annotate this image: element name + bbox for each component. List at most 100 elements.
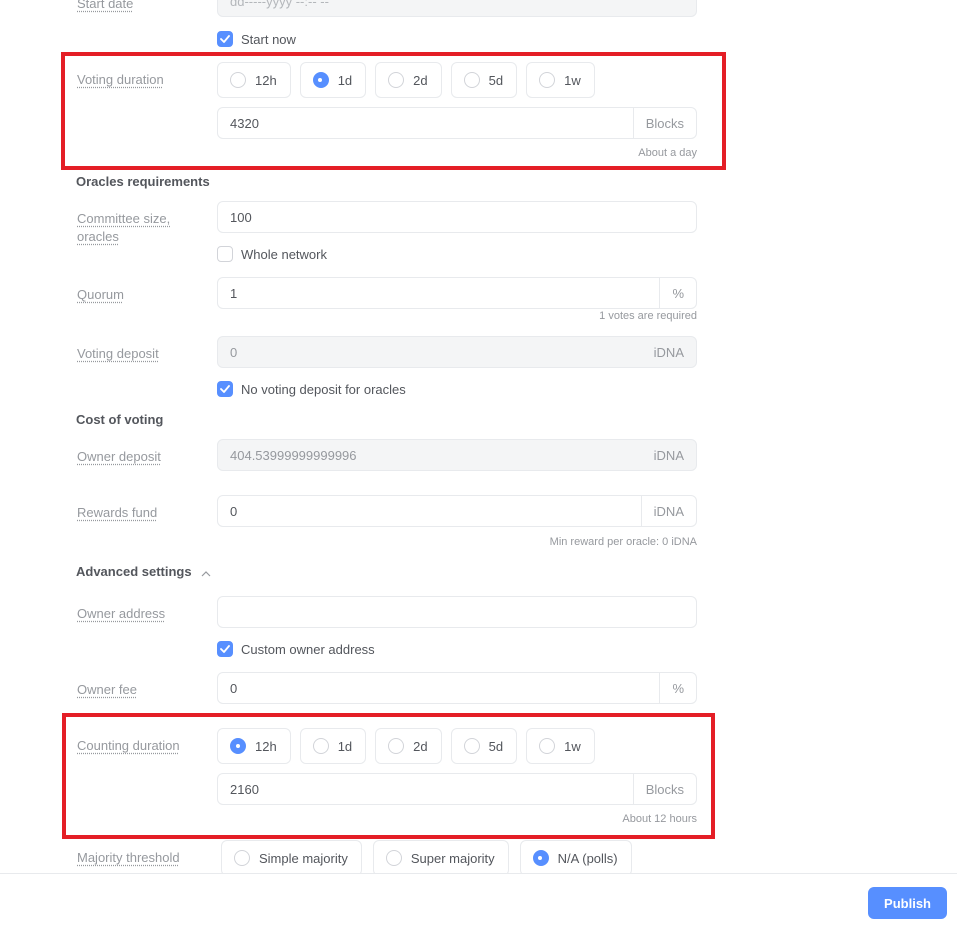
voting-duration-option-1w[interactable]: 1w <box>526 62 595 98</box>
radio-icon <box>463 72 480 88</box>
counting-duration-options: 12h 1d 2d 5d 1w <box>217 728 595 764</box>
owner-address-input[interactable] <box>217 596 697 628</box>
rewards-fund-label: Rewards fund <box>77 505 158 520</box>
start-now-checkbox[interactable]: Start now <box>217 31 296 47</box>
majority-threshold-label: Majority threshold <box>77 850 180 865</box>
owner-deposit-input[interactable]: 404.53999999999996 iDNA <box>217 439 697 471</box>
radio-icon <box>388 72 405 88</box>
radio-checked-icon <box>230 738 246 754</box>
checkbox-checked-icon <box>217 31 233 47</box>
quorum-label: Quorum <box>77 287 124 302</box>
input-value: 2160 <box>230 781 259 797</box>
voting-deposit-input[interactable]: 0 iDNA <box>217 336 697 368</box>
radio-icon <box>463 738 480 754</box>
counting-duration-hint: About 12 hours <box>622 813 697 825</box>
input-value: 0 <box>230 680 238 696</box>
idna-unit-addon: iDNA <box>640 496 696 526</box>
voting-duration-label: Voting duration <box>77 72 164 87</box>
committee-size-label: Committee size, oracles <box>77 211 171 244</box>
advanced-settings-title: Advanced settings <box>76 564 192 579</box>
custom-owner-address-checkbox[interactable]: Custom owner address <box>217 641 375 657</box>
start-date-label: Start date <box>77 0 134 11</box>
voting-deposit-label: Voting deposit <box>77 346 159 361</box>
percent-unit-addon: % <box>659 278 696 308</box>
majority-option-na-polls[interactable]: N/A (polls) <box>519 840 632 876</box>
option-label: Super majority <box>410 850 495 866</box>
input-value: 100 <box>230 209 252 225</box>
cost-of-voting-title: Cost of voting <box>76 412 164 427</box>
voting-duration-options: 12h 1d 2d 5d 1w <box>217 62 595 98</box>
advanced-settings-toggle[interactable]: Advanced settings <box>76 564 211 580</box>
start-date-placeholder: dd-----yyyy --:-- -- <box>230 0 329 9</box>
option-label: 1d <box>337 72 353 88</box>
blocks-unit-addon: Blocks <box>632 774 696 804</box>
rewards-fund-input[interactable]: 0 iDNA <box>217 495 697 527</box>
input-value: 404.53999999999996 <box>230 447 357 463</box>
whole-network-checkbox[interactable]: Whole network <box>217 246 327 262</box>
radio-icon <box>385 850 402 866</box>
voting-duration-hint: About a day <box>638 147 697 159</box>
counting-duration-blocks-input[interactable]: 2160 Blocks <box>217 773 697 805</box>
option-label: 1w <box>564 72 581 88</box>
counting-duration-option-2d[interactable]: 2d <box>375 728 442 764</box>
oracles-requirements-title: Oracles requirements <box>76 174 210 189</box>
radio-checked-icon <box>532 850 549 866</box>
blocks-unit-addon: Blocks <box>632 108 696 138</box>
start-date-input[interactable]: dd-----yyyy --:-- -- <box>217 0 697 17</box>
input-value: 0 <box>230 503 238 519</box>
quorum-hint: 1 votes are required <box>599 310 697 322</box>
option-label: 5d <box>488 72 504 88</box>
publish-button[interactable]: Publish <box>868 887 947 919</box>
option-label: 1w <box>564 738 581 754</box>
option-label: 2d <box>413 738 428 754</box>
option-label: 12h <box>255 72 277 88</box>
counting-duration-label: Counting duration <box>77 738 180 753</box>
voting-duration-option-2d[interactable]: 2d <box>375 62 442 98</box>
counting-duration-option-12h[interactable]: 12h <box>217 728 291 764</box>
input-value: 4320 <box>230 115 259 131</box>
no-voting-deposit-label: No voting deposit for oracles <box>241 381 406 397</box>
committee-size-input[interactable]: 100 <box>217 201 697 233</box>
no-voting-deposit-checkbox[interactable]: No voting deposit for oracles <box>217 381 406 397</box>
option-label: 1d <box>337 738 353 754</box>
quorum-input[interactable]: 1 % <box>217 277 697 309</box>
input-value: 0 <box>230 344 238 360</box>
checkbox-icon <box>217 246 233 262</box>
radio-icon <box>388 738 405 754</box>
idna-unit-addon: iDNA <box>653 447 684 463</box>
option-label: Simple majority <box>259 850 348 866</box>
radio-icon <box>234 850 250 866</box>
voting-duration-option-12h[interactable]: 12h <box>217 62 291 98</box>
rewards-fund-hint: Min reward per oracle: 0 iDNA <box>549 536 697 548</box>
option-label: 5d <box>488 738 504 754</box>
majority-option-simple[interactable]: Simple majority <box>221 840 362 876</box>
counting-duration-option-5d[interactable]: 5d <box>450 728 518 764</box>
custom-owner-address-label: Custom owner address <box>241 641 375 657</box>
owner-deposit-label: Owner deposit <box>77 449 161 464</box>
whole-network-label: Whole network <box>241 246 327 262</box>
radio-icon <box>539 72 556 88</box>
majority-option-super[interactable]: Super majority <box>372 840 509 876</box>
idna-unit-addon: iDNA <box>653 344 684 360</box>
percent-unit-addon: % <box>659 673 696 703</box>
voting-duration-option-5d[interactable]: 5d <box>450 62 518 98</box>
majority-threshold-options: Simple majority Super majority N/A (poll… <box>221 840 632 876</box>
radio-icon <box>230 72 246 88</box>
counting-duration-option-1d[interactable]: 1d <box>299 728 367 764</box>
option-label: N/A (polls) <box>557 850 618 866</box>
owner-fee-label: Owner fee <box>77 682 137 697</box>
counting-duration-option-1w[interactable]: 1w <box>526 728 595 764</box>
input-value: 1 <box>230 285 238 301</box>
radio-checked-icon <box>312 72 329 88</box>
voting-duration-option-1d[interactable]: 1d <box>299 62 367 98</box>
radio-icon <box>312 738 329 754</box>
checkbox-checked-icon <box>217 641 233 657</box>
owner-fee-input[interactable]: 0 % <box>217 672 697 704</box>
start-now-label: Start now <box>241 31 296 47</box>
owner-address-label: Owner address <box>77 606 166 621</box>
chevron-up-icon <box>201 565 211 580</box>
voting-duration-blocks-input[interactable]: 4320 Blocks <box>217 107 697 139</box>
footer-bar: Publish <box>0 873 957 926</box>
option-label: 2d <box>413 72 428 88</box>
checkbox-checked-icon <box>217 381 233 397</box>
